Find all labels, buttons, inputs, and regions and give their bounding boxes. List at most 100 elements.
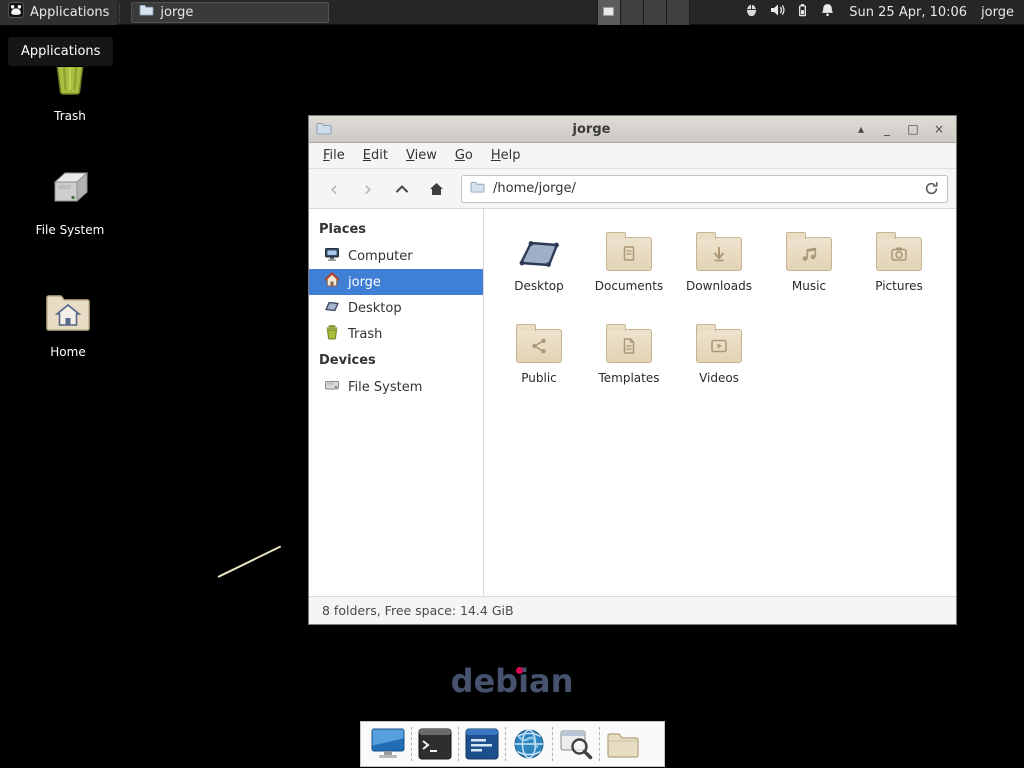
file-item-public[interactable]: Public: [494, 313, 584, 405]
tooltip-text: Applications: [21, 44, 100, 59]
display-settings-icon[interactable]: [366, 724, 410, 764]
menu-bar: File Edit View Go Help: [309, 143, 956, 169]
minimize-button[interactable]: _: [877, 122, 897, 136]
bottom-dock: [360, 721, 665, 767]
desktop-icon-label: Trash: [54, 109, 86, 123]
dock-separator: [505, 727, 506, 761]
file-item-downloads[interactable]: Downloads: [674, 221, 764, 313]
folder-videos-icon: [696, 317, 742, 363]
sidebar-item-computer[interactable]: Computer: [309, 243, 483, 269]
workspace-1[interactable]: [598, 0, 621, 25]
app-finder-icon[interactable]: [554, 724, 598, 764]
sidebar-item-label: File System: [348, 380, 422, 395]
home-folder-icon: [45, 290, 91, 336]
debian-logo-red-dot: [516, 667, 523, 674]
home-button[interactable]: [419, 174, 453, 204]
file-item-music[interactable]: Music: [764, 221, 854, 313]
trash-icon: [324, 324, 340, 344]
file-item-templates[interactable]: Templates: [584, 313, 674, 405]
path-text[interactable]: /home/jorge/: [493, 181, 576, 196]
web-browser-icon[interactable]: [507, 724, 551, 764]
status-bar: 8 folders, Free space: 14.4 GiB: [309, 596, 956, 624]
file-item-desktop[interactable]: Desktop: [494, 221, 584, 313]
applications-tooltip: Applications: [7, 36, 114, 67]
workspace-3[interactable]: [644, 0, 667, 25]
top-panel: Applications jorge Sun 25 Apr, 10:06 jor…: [0, 0, 1024, 25]
sidebar-item-label: Trash: [348, 327, 382, 342]
menu-view[interactable]: View: [397, 144, 446, 167]
file-manager-window: jorge ▴ _ □ × File Edit View Go Help ‹ ›…: [308, 115, 957, 625]
applications-icon: [8, 2, 24, 22]
file-label: Public: [521, 371, 557, 385]
sidebar-item-desktop[interactable]: Desktop: [309, 295, 483, 321]
workspace-2[interactable]: [621, 0, 644, 25]
desktop-icon-file-system[interactable]: File System: [20, 168, 120, 237]
file-item-documents[interactable]: Documents: [584, 221, 674, 313]
system-tray: [744, 2, 835, 22]
sidebar-item-file-system[interactable]: File System: [309, 374, 483, 400]
menu-file[interactable]: File: [314, 144, 354, 167]
home-icon: [324, 272, 340, 292]
drive-icon: [324, 377, 340, 397]
up-button[interactable]: [385, 174, 419, 204]
folder-documents-icon: [606, 225, 652, 271]
sidebar-item-label: Desktop: [348, 301, 402, 316]
sidebar-item-jorge[interactable]: jorge: [309, 269, 483, 295]
taskbar-window-button[interactable]: jorge: [131, 2, 329, 23]
drive-icon: [47, 168, 93, 214]
folder-music-icon: [786, 225, 832, 271]
sidebar-item-trash[interactable]: Trash: [309, 321, 483, 347]
close-button[interactable]: ×: [929, 122, 949, 136]
applications-menu-button[interactable]: Applications: [0, 0, 117, 25]
file-label: Music: [792, 279, 826, 293]
file-label: Templates: [598, 371, 659, 385]
back-button[interactable]: ‹: [317, 174, 351, 204]
workspace-switcher: [597, 0, 690, 25]
reload-icon[interactable]: [924, 181, 939, 196]
desktop-icon-label: Home: [50, 345, 85, 359]
applications-menu-label: Applications: [30, 5, 109, 20]
panel-user-menu[interactable]: jorge: [981, 5, 1014, 20]
terminal-icon[interactable]: [413, 724, 457, 764]
folder-templates-icon: [606, 317, 652, 363]
toolbar: ‹ › /home/jorge/: [309, 169, 956, 209]
folder-downloads-icon: [696, 225, 742, 271]
desktop-icon-home[interactable]: Home: [18, 290, 118, 359]
dock-separator: [552, 727, 553, 761]
dock-separator: [458, 727, 459, 761]
file-item-videos[interactable]: Videos: [674, 313, 764, 405]
bell-icon[interactable]: [820, 2, 835, 22]
devices-header: Devices: [309, 347, 483, 374]
maximize-button[interactable]: □: [903, 122, 923, 136]
location-bar[interactable]: /home/jorge/: [461, 175, 948, 203]
debian-wallpaper-logo: debian: [0, 662, 1024, 700]
workspace-window-preview: [603, 7, 614, 16]
desktop-stray-line: [218, 545, 282, 577]
window-body: Places Computer jorge Desktop: [309, 209, 956, 596]
forward-button[interactable]: ›: [351, 174, 385, 204]
file-label: Desktop: [514, 279, 564, 293]
window-titlebar[interactable]: jorge ▴ _ □ ×: [309, 116, 956, 143]
file-manager-icon[interactable]: [601, 724, 645, 764]
menu-edit[interactable]: Edit: [354, 144, 397, 167]
file-label: Documents: [595, 279, 663, 293]
computer-icon: [324, 246, 340, 266]
battery-icon[interactable]: [795, 2, 810, 22]
window-title: jorge: [338, 122, 845, 137]
shade-button[interactable]: ▴: [851, 122, 871, 136]
menu-help[interactable]: Help: [482, 144, 530, 167]
file-item-pictures[interactable]: Pictures: [854, 221, 944, 313]
mouse-icon[interactable]: [744, 2, 759, 22]
file-grid: Desktop Documents Downloads: [484, 209, 956, 596]
status-text: 8 folders, Free space: 14.4 GiB: [322, 603, 514, 618]
task-folder-icon: [139, 4, 154, 20]
panel-clock[interactable]: Sun 25 Apr, 10:06: [849, 5, 967, 20]
sidebar-item-label: Computer: [348, 249, 413, 264]
file-label: Videos: [699, 371, 739, 385]
workspace-4[interactable]: [667, 0, 690, 25]
menu-go[interactable]: Go: [446, 144, 482, 167]
panel-separator: [119, 3, 125, 22]
desktop-icon: [324, 298, 340, 318]
volume-icon[interactable]: [769, 2, 785, 22]
blue-terminal-icon[interactable]: [460, 724, 504, 764]
